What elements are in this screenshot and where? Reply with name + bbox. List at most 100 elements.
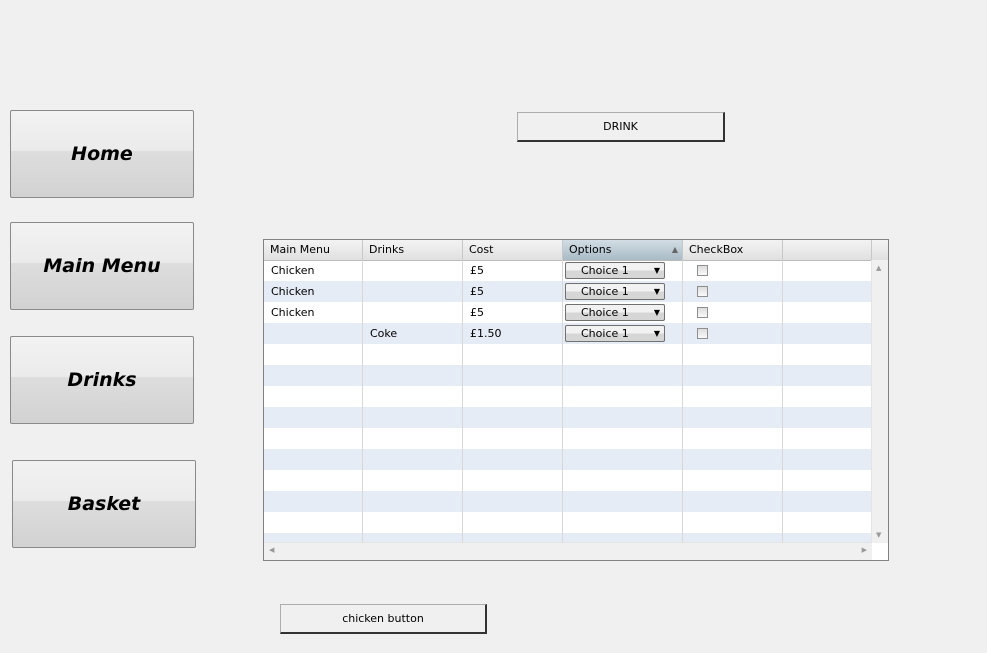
drink-button[interactable]: DRINK xyxy=(517,112,725,142)
filler-cell xyxy=(783,302,872,323)
vertical-scrollbar[interactable]: ▲ ▼ xyxy=(871,260,888,543)
options-cell xyxy=(563,344,683,365)
checkbox-cell xyxy=(683,491,783,512)
cost-cell xyxy=(463,428,563,449)
filler-cell xyxy=(783,491,872,512)
table-row[interactable]: Chicken £5 Choice 1 ▼ xyxy=(264,260,872,281)
options-cell xyxy=(563,449,683,470)
filler-cell xyxy=(783,323,872,344)
column-header-filler xyxy=(783,240,872,260)
cost-cell: £5 xyxy=(463,302,563,323)
options-cell: Choice 1 ▼ xyxy=(563,323,683,344)
options-cell xyxy=(563,512,683,533)
options-cell: Choice 1 ▼ xyxy=(563,260,683,281)
drinks-cell xyxy=(363,344,463,365)
column-header-checkbox[interactable]: CheckBox xyxy=(683,240,783,260)
row-checkbox[interactable] xyxy=(697,265,708,276)
drinks-cell xyxy=(363,491,463,512)
options-dropdown[interactable]: Choice 1 ▼ xyxy=(565,325,665,342)
order-table[interactable]: Main Menu Drinks Cost Options CheckBox C… xyxy=(263,239,889,561)
options-cell xyxy=(563,491,683,512)
scroll-down-icon[interactable]: ▼ xyxy=(876,531,881,539)
filler-cell xyxy=(783,512,872,533)
main-menu-cell: Chicken xyxy=(264,302,363,323)
drinks-cell xyxy=(363,449,463,470)
checkbox-cell xyxy=(683,428,783,449)
scroll-up-icon[interactable]: ▲ xyxy=(876,264,881,272)
filler-cell xyxy=(783,281,872,302)
options-value: Choice 1 xyxy=(581,306,629,319)
checkbox-cell xyxy=(683,512,783,533)
drinks-cell xyxy=(363,428,463,449)
main-menu-cell xyxy=(264,323,363,344)
drink-button-label: DRINK xyxy=(603,120,638,133)
table-row[interactable] xyxy=(264,470,872,491)
options-value: Choice 1 xyxy=(581,285,629,298)
chevron-down-icon: ▼ xyxy=(653,287,660,296)
row-checkbox[interactable] xyxy=(697,307,708,318)
main-menu-cell xyxy=(264,449,363,470)
drinks-cell xyxy=(363,512,463,533)
main-menu-cell xyxy=(264,386,363,407)
table-row[interactable] xyxy=(264,512,872,533)
checkbox-cell xyxy=(683,281,783,302)
checkbox-cell xyxy=(683,323,783,344)
table-row[interactable]: Chicken £5 Choice 1 ▼ xyxy=(264,281,872,302)
column-header-main-menu[interactable]: Main Menu xyxy=(264,240,363,260)
main-menu-label: Main Menu xyxy=(43,255,161,277)
options-cell xyxy=(563,470,683,491)
drinks-cell xyxy=(363,365,463,386)
main-menu-cell xyxy=(264,407,363,428)
cost-cell xyxy=(463,512,563,533)
table-row[interactable] xyxy=(264,449,872,470)
table-body: Chicken £5 Choice 1 ▼ Chicken £5 Choice 1 ▼ Chic… xyxy=(264,260,872,543)
options-cell: Choice 1 ▼ xyxy=(563,302,683,323)
cost-cell: £5 xyxy=(463,281,563,302)
checkbox-cell xyxy=(683,449,783,470)
options-cell xyxy=(563,428,683,449)
main-menu-button[interactable]: Main Menu xyxy=(10,222,194,310)
cost-cell: £1.50 xyxy=(463,323,563,344)
filler-cell xyxy=(783,344,872,365)
table-row[interactable] xyxy=(264,491,872,512)
drinks-cell: Coke xyxy=(363,323,463,344)
scroll-right-icon[interactable]: ▶ xyxy=(862,546,867,554)
column-header-drinks[interactable]: Drinks xyxy=(363,240,463,260)
drinks-cell xyxy=(363,281,463,302)
table-row[interactable]: Chicken £5 Choice 1 ▼ xyxy=(264,302,872,323)
horizontal-scrollbar[interactable]: ◀ ▶ xyxy=(264,542,872,560)
options-dropdown[interactable]: Choice 1 ▼ xyxy=(565,283,665,300)
options-value: Choice 1 xyxy=(581,264,629,277)
checkbox-cell xyxy=(683,302,783,323)
basket-button[interactable]: Basket xyxy=(12,460,196,548)
scroll-left-icon[interactable]: ◀ xyxy=(269,546,274,554)
checkbox-cell xyxy=(683,260,783,281)
column-header-cost[interactable]: Cost xyxy=(463,240,563,260)
main-menu-cell xyxy=(264,470,363,491)
table-row[interactable] xyxy=(264,365,872,386)
row-checkbox[interactable] xyxy=(697,286,708,297)
column-header-options[interactable]: Options xyxy=(563,240,683,260)
checkbox-cell xyxy=(683,407,783,428)
cost-cell xyxy=(463,344,563,365)
cost-cell xyxy=(463,449,563,470)
table-row[interactable] xyxy=(264,386,872,407)
chicken-button[interactable]: chicken button xyxy=(280,604,487,634)
filler-cell xyxy=(783,407,872,428)
drinks-cell xyxy=(363,302,463,323)
options-dropdown[interactable]: Choice 1 ▼ xyxy=(565,304,665,321)
filler-cell xyxy=(783,428,872,449)
options-cell xyxy=(563,365,683,386)
table-row[interactable] xyxy=(264,407,872,428)
home-button[interactable]: Home xyxy=(10,110,194,198)
filler-cell xyxy=(783,386,872,407)
options-cell: Choice 1 ▼ xyxy=(563,281,683,302)
options-dropdown[interactable]: Choice 1 ▼ xyxy=(565,262,665,279)
table-row[interactable] xyxy=(264,428,872,449)
main-menu-cell: Chicken xyxy=(264,281,363,302)
chevron-down-icon: ▼ xyxy=(653,329,660,338)
drinks-button[interactable]: Drinks xyxy=(10,336,194,424)
row-checkbox[interactable] xyxy=(697,328,708,339)
table-row[interactable]: Coke £1.50 Choice 1 ▼ xyxy=(264,323,872,344)
table-row[interactable] xyxy=(264,344,872,365)
